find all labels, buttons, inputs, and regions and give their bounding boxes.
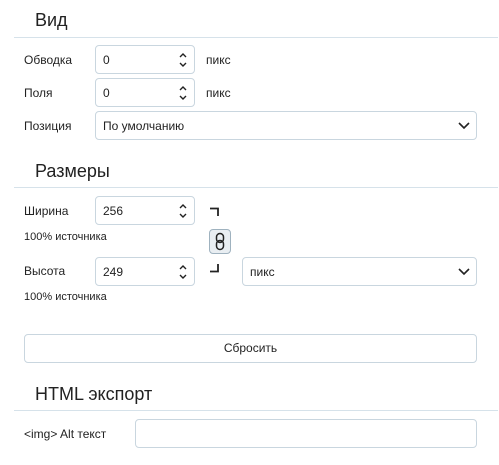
section-title-size: Размеры (35, 161, 110, 181)
section-title-view: Вид (35, 10, 68, 30)
section-divider (14, 187, 498, 188)
bracket-bottom-icon (210, 264, 219, 273)
spin-arrows-icon[interactable] (178, 50, 188, 70)
size-unit-select[interactable]: пикс (242, 257, 477, 286)
stroke-value: 0 (103, 53, 110, 67)
alt-text-label: <img> Alt текст (24, 427, 107, 441)
chain-link-icon (215, 232, 225, 251)
section-divider (14, 410, 498, 411)
spin-arrows-icon[interactable] (178, 83, 188, 103)
section-divider (14, 37, 498, 38)
position-label: Позиция (24, 119, 72, 133)
section-title-export: HTML экспорт (35, 384, 153, 404)
aspect-lock-button[interactable] (209, 229, 231, 254)
chevron-down-icon (458, 268, 470, 276)
height-note: 100% источника (24, 291, 107, 303)
height-value: 249 (103, 265, 124, 279)
stroke-unit: пикс (206, 53, 231, 67)
height-label: Высота (24, 264, 66, 278)
reset-button[interactable]: Сбросить (24, 334, 477, 363)
spin-arrows-icon[interactable] (178, 201, 188, 221)
position-value: По умолчанию (103, 119, 185, 133)
width-label: Ширина (24, 204, 69, 218)
width-note: 100% источника (24, 231, 107, 243)
stroke-label: Обводка (24, 53, 73, 67)
width-value: 256 (103, 204, 124, 218)
margins-spinbox[interactable]: 0 (95, 78, 195, 107)
bracket-top-icon (210, 207, 219, 216)
margins-label: Поля (24, 86, 53, 100)
position-select[interactable]: По умолчанию (95, 111, 477, 140)
margins-unit: пикс (206, 86, 231, 100)
chevron-down-icon (458, 122, 470, 130)
alt-text-input[interactable] (135, 419, 477, 448)
size-unit-value: пикс (250, 265, 275, 279)
stroke-spinbox[interactable]: 0 (95, 45, 195, 74)
margins-value: 0 (103, 86, 110, 100)
width-spinbox[interactable]: 256 (95, 196, 195, 225)
spin-arrows-icon[interactable] (178, 262, 188, 282)
height-spinbox[interactable]: 249 (95, 257, 195, 286)
